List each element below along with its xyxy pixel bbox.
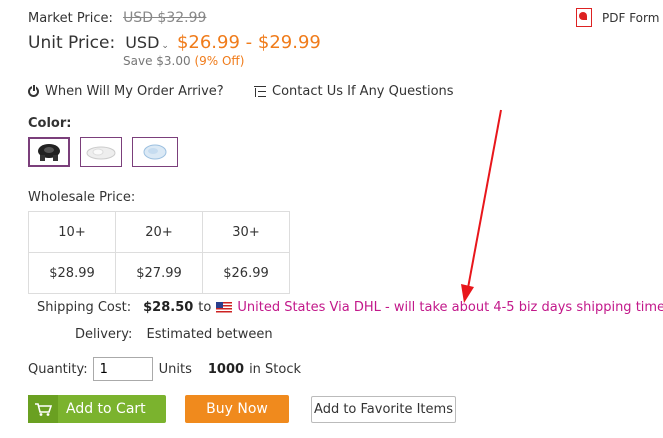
wholesale-table: 10+ 20+ 30+ $28.99 $27.99 $26.99 — [28, 211, 290, 294]
delivery-value: Estimated between — [146, 327, 273, 342]
quantity-row: Quantity: Units 1000 in Stock — [28, 357, 301, 381]
pdf-form-link[interactable]: PDF Form — [576, 8, 659, 27]
add-favorite-label: Add to Favorite Items — [314, 402, 453, 417]
quantity-input[interactable] — [92, 357, 153, 381]
wholesale-qty-cell: 30+ — [202, 211, 290, 253]
add-favorite-button[interactable]: Add to Favorite Items — [311, 396, 456, 423]
quantity-label: Quantity: — [28, 361, 88, 377]
shipping-row: Shipping Cost: $28.50 to United States V… — [37, 300, 663, 315]
buy-now-label: Buy Now — [206, 401, 268, 417]
unit-price-row: Unit Price: USD ⌄ $26.99 - $29.99 — [28, 32, 321, 53]
wholesale-price-cell: $28.99 — [28, 252, 116, 294]
units-label: Units — [158, 361, 192, 377]
wholesale-label: Wholesale Price: — [28, 190, 136, 205]
color-swatch-black[interactable] — [28, 137, 70, 167]
order-arrive-label: When Will My Order Arrive? — [45, 84, 224, 99]
wholesale-price-row: $28.99 $27.99 $26.99 — [28, 252, 290, 294]
shipping-cost: $28.50 — [143, 300, 194, 315]
power-icon — [28, 85, 39, 97]
color-swatch-blue[interactable] — [132, 137, 178, 167]
market-price-label: Market Price: — [28, 11, 113, 26]
wholesale-price-cell: $27.99 — [115, 252, 203, 294]
currency-value: USD — [125, 33, 160, 52]
contact-link[interactable]: Contact Us If Any Questions — [254, 84, 454, 99]
chevron-down-icon: ⌄ — [161, 41, 169, 51]
unit-price-range: $26.99 - $29.99 — [176, 32, 321, 53]
add-to-cart-label: Add to Cart — [66, 401, 146, 417]
add-to-cart-button[interactable]: Add to Cart — [28, 395, 166, 423]
stock-text: in Stock — [249, 361, 302, 377]
black-item-thumbnail — [38, 144, 60, 161]
us-flag-icon — [216, 302, 233, 313]
blue-item-thumbnail — [143, 144, 167, 160]
delivery-row: Delivery: Estimated between — [75, 327, 273, 342]
shipping-destination: United States Via DHL - will take about … — [237, 300, 663, 315]
order-arrive-link[interactable]: When Will My Order Arrive? — [28, 84, 224, 99]
unit-price-label: Unit Price: — [28, 33, 116, 53]
shipping-label: Shipping Cost: — [37, 300, 132, 315]
wholesale-qty-cell: 20+ — [115, 211, 203, 253]
delivery-label: Delivery: — [75, 327, 133, 342]
color-swatch-white[interactable] — [80, 137, 122, 167]
white-item-thumbnail — [86, 146, 116, 160]
red-annotation-arrow-icon — [461, 109, 502, 303]
wholesale-price-cell: $26.99 — [202, 252, 290, 294]
save-percent: (9% Off) — [194, 54, 245, 68]
market-price-value: USD $32.99 — [123, 10, 207, 26]
contact-label: Contact Us If Any Questions — [272, 84, 454, 99]
stock-count: 1000 — [207, 361, 245, 377]
shipping-destination-select[interactable]: United States Via DHL - will take about … — [216, 300, 663, 315]
market-price-row: Market Price: USD $32.99 — [28, 10, 206, 26]
list-icon — [254, 86, 266, 97]
buy-now-button[interactable]: Buy Now — [185, 395, 289, 423]
pdf-icon — [576, 8, 592, 27]
save-amount: Save $3.00 — [123, 54, 191, 68]
cart-icon — [28, 395, 58, 423]
wholesale-qty-cell: 10+ — [28, 211, 116, 253]
color-label: Color: — [28, 116, 72, 131]
currency-select[interactable]: USD ⌄ — [125, 33, 169, 52]
savings: Save $3.00 (9% Off) — [123, 54, 244, 68]
shipping-to: to — [198, 300, 212, 315]
wholesale-qty-row: 10+ 20+ 30+ — [28, 211, 290, 253]
pdf-form-label: PDF Form — [602, 10, 660, 25]
